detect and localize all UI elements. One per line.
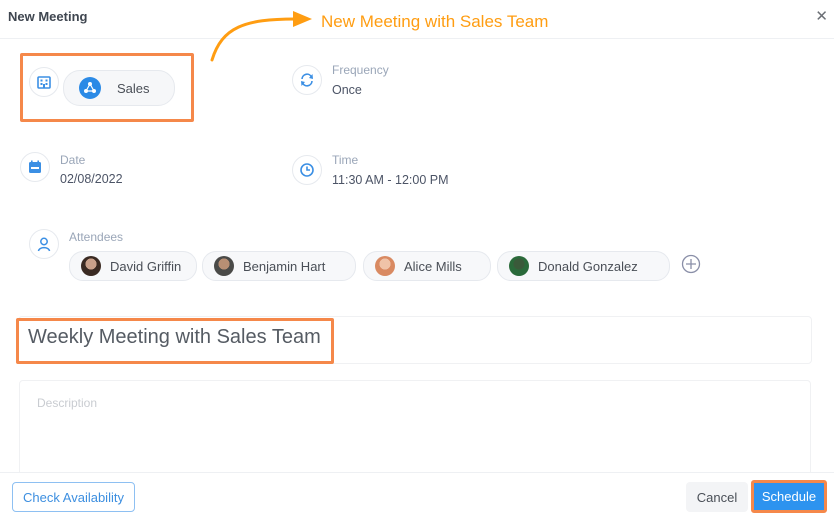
attendee-chip[interactable]: Alice Mills <box>363 251 491 281</box>
team-logo-icon <box>79 77 101 99</box>
avatar <box>375 256 395 276</box>
avatar <box>214 256 234 276</box>
description-textarea[interactable] <box>19 380 811 482</box>
cancel-button[interactable]: Cancel <box>686 482 748 512</box>
add-attendee-icon[interactable] <box>681 254 701 274</box>
frequency-value[interactable]: Once <box>332 83 362 97</box>
annotation-label: New Meeting with Sales Team <box>321 12 549 31</box>
attendee-name: David Griffin <box>110 258 182 274</box>
schedule-button[interactable]: Schedule <box>751 480 827 513</box>
attendee-name: Alice Mills <box>404 258 462 274</box>
date-value[interactable]: 02/08/2022 <box>60 172 123 186</box>
avatar <box>509 256 529 276</box>
dialog-title: New Meeting <box>8 9 88 24</box>
clock-icon <box>292 155 322 185</box>
attendee-chip[interactable]: Donald Gonzalez <box>497 251 670 281</box>
repeat-icon <box>292 65 322 95</box>
description-placeholder: Description <box>37 396 98 410</box>
attendees-label: Attendees <box>69 230 124 244</box>
annotation-arrow-icon <box>210 11 312 62</box>
meeting-title-value: Weekly Meeting with Sales Team <box>28 326 321 348</box>
frequency-label: Frequency <box>332 63 389 77</box>
time-label: Time <box>332 153 359 167</box>
date-label: Date <box>60 153 86 167</box>
attendee-chip[interactable]: David Griffin <box>69 251 197 281</box>
attendee-name: Donald Gonzalez <box>538 258 638 274</box>
attendee-name: Benjamin Hart <box>243 258 326 274</box>
check-availability-button[interactable]: Check Availability <box>12 482 135 512</box>
user-icon <box>29 229 59 259</box>
attendee-chip[interactable]: Benjamin Hart <box>202 251 356 281</box>
time-value[interactable]: 11:30 AM - 12:00 PM <box>332 173 449 187</box>
team-chip[interactable]: Sales <box>63 70 175 106</box>
close-icon[interactable]: ✕ <box>815 7 828 25</box>
calendar-icon <box>20 152 50 182</box>
avatar <box>81 256 101 276</box>
team-name: Sales <box>117 80 150 96</box>
building-icon <box>29 67 59 97</box>
